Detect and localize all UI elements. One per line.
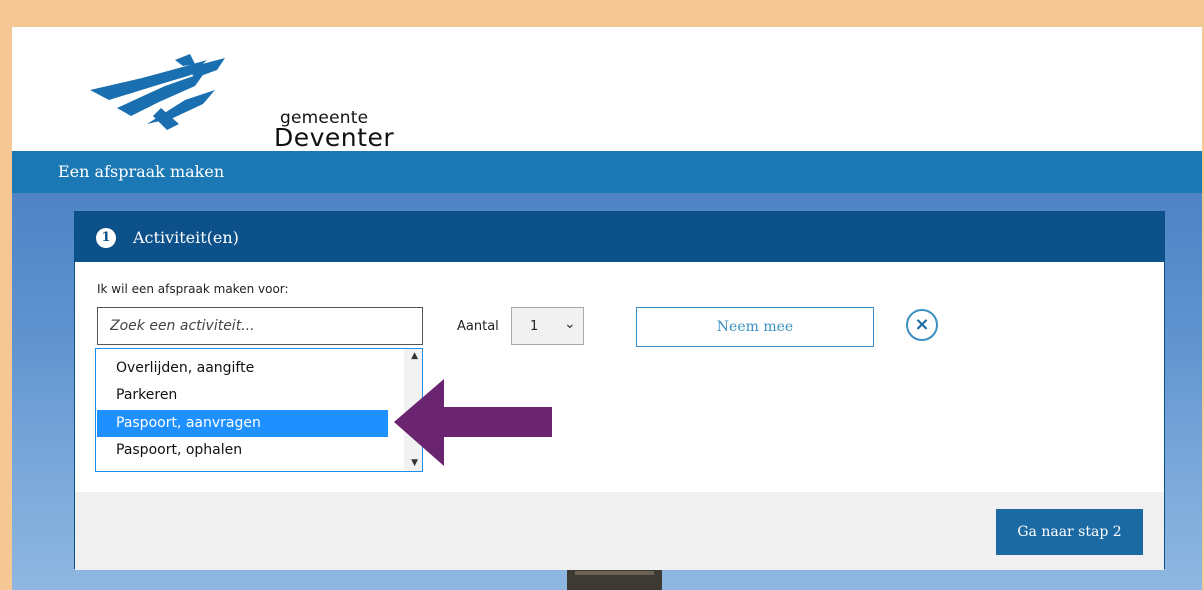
site-header: gemeente Deventer [12,27,1202,152]
next-step-button[interactable]: Ga naar stap 2 [996,509,1143,555]
intro-label: Ik wil een afspraak maken voor: [97,282,289,296]
list-item[interactable]: Parkeren [97,382,388,409]
neem-mee-button[interactable]: Neem mee [636,307,874,347]
aantal-label: Aantal [457,319,499,334]
step-number-badge: 1 [96,228,116,248]
close-icon[interactable]: × [906,309,938,341]
chevron-down-icon: ⌄ [564,316,576,332]
panel-header: 1 Activiteit(en) [75,212,1164,262]
list-item[interactable]: Paspoort, ophalen [97,437,388,464]
gemeente-deventer-logo[interactable]: gemeente Deventer [87,50,394,152]
list-item[interactable]: Overlijden, aangifte [97,355,388,382]
aantal-select[interactable]: 1 ⌄ [511,307,584,345]
pointer-arrow-icon [394,379,552,466]
page-title: Een afspraak maken [58,162,225,181]
panel-title: Activiteit(en) [133,228,239,247]
scroll-up-icon[interactable]: ▲ [411,351,418,361]
page-title-bar: Een afspraak maken [12,151,1202,193]
page-frame: gemeente Deventer Een afspraak maken 1 A… [12,27,1202,590]
activity-search-input[interactable] [97,307,423,345]
aantal-value: 1 [530,319,539,334]
list-item-selected[interactable]: Paspoort, aanvragen [97,410,388,437]
logo-deventer-text: Deventer [274,123,395,152]
activity-dropdown-list[interactable]: Overlijden, aangifte Parkeren Paspoort, … [95,348,423,472]
deventer-bird-logo-icon [90,54,225,130]
